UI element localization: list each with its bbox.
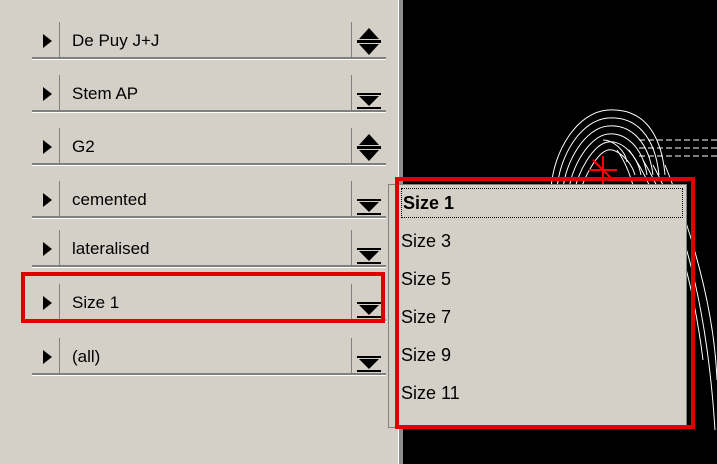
down-arrow-icon bbox=[359, 44, 379, 55]
divider bbox=[351, 338, 352, 376]
down-arrow-icon bbox=[359, 251, 379, 261]
play-arrow-icon bbox=[43, 140, 52, 154]
divider bbox=[351, 181, 352, 219]
dropdown-button[interactable] bbox=[356, 83, 382, 109]
row-underline bbox=[32, 373, 386, 376]
row-offset: lateralised bbox=[24, 230, 386, 268]
row-manufacturer: De Puy J+J bbox=[24, 22, 386, 60]
row-expand-arrow[interactable] bbox=[32, 128, 60, 166]
bar-icon bbox=[357, 356, 381, 358]
row-expand-arrow[interactable] bbox=[32, 22, 60, 60]
bar-icon bbox=[357, 107, 381, 109]
divider bbox=[351, 22, 352, 60]
divider-icon bbox=[357, 40, 381, 43]
row-label: lateralised bbox=[72, 239, 150, 258]
down-arrow-icon bbox=[359, 359, 379, 369]
row-stem: Stem AP bbox=[24, 75, 386, 113]
down-arrow-icon bbox=[359, 202, 379, 212]
bar-icon bbox=[357, 248, 381, 250]
divider bbox=[351, 230, 352, 268]
bar-icon bbox=[357, 213, 381, 215]
up-arrow-icon bbox=[359, 134, 379, 145]
row-expand-arrow[interactable] bbox=[32, 75, 60, 113]
row-expand-arrow[interactable] bbox=[32, 230, 60, 268]
row-label: De Puy J+J bbox=[72, 31, 160, 50]
row-filter: (all) bbox=[24, 338, 386, 376]
bar-icon bbox=[357, 370, 381, 372]
row-label: (all) bbox=[72, 347, 101, 366]
dropdown-button[interactable] bbox=[356, 346, 382, 372]
divider bbox=[351, 128, 352, 166]
play-arrow-icon bbox=[43, 193, 52, 207]
row-expand-arrow[interactable] bbox=[32, 181, 60, 219]
play-arrow-icon bbox=[43, 350, 52, 364]
row-underline bbox=[32, 265, 386, 268]
row-label: G2 bbox=[72, 137, 95, 156]
dropdown-button[interactable] bbox=[356, 189, 382, 215]
row-label: cemented bbox=[72, 190, 147, 209]
bar-icon bbox=[357, 199, 381, 201]
row-fixation: cemented bbox=[24, 181, 386, 219]
row-underline bbox=[32, 110, 386, 113]
parameter-panel: De Puy J+J Stem AP G2 cemented lateralis… bbox=[0, 0, 398, 464]
divider bbox=[351, 75, 352, 113]
play-arrow-icon bbox=[43, 34, 52, 48]
spinner-button[interactable] bbox=[356, 26, 382, 56]
dropdown-button[interactable] bbox=[356, 238, 382, 264]
down-arrow-icon bbox=[359, 96, 379, 106]
spinner-button[interactable] bbox=[356, 132, 382, 162]
row-expand-arrow[interactable] bbox=[32, 338, 60, 376]
bar-icon bbox=[357, 262, 381, 264]
row-model: G2 bbox=[24, 128, 386, 166]
play-arrow-icon bbox=[43, 87, 52, 101]
bar-icon bbox=[357, 93, 381, 95]
divider-icon bbox=[357, 146, 381, 149]
row-highlight-box bbox=[21, 272, 385, 323]
row-underline bbox=[32, 163, 386, 166]
row-underline bbox=[32, 57, 386, 60]
down-arrow-icon bbox=[359, 150, 379, 161]
row-label: Stem AP bbox=[72, 84, 139, 103]
dropdown-highlight-box bbox=[395, 177, 695, 429]
row-underline bbox=[32, 216, 386, 219]
up-arrow-icon bbox=[359, 28, 379, 39]
play-arrow-icon bbox=[43, 242, 52, 256]
